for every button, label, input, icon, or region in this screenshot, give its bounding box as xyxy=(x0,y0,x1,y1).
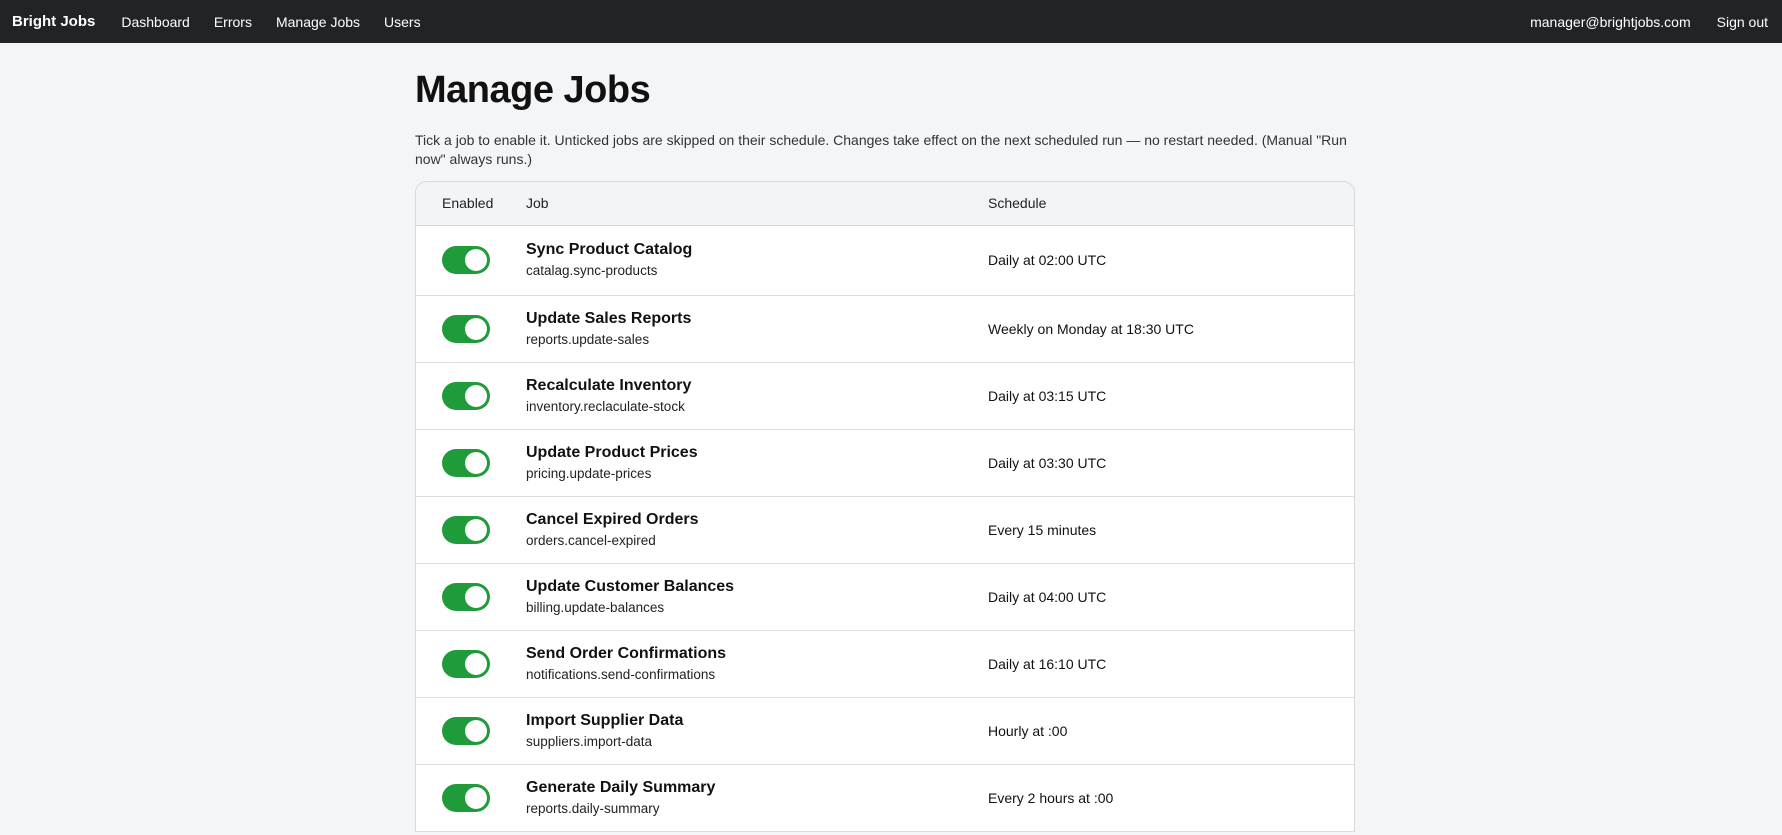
job-cell: Recalculate Inventory inventory.reclacul… xyxy=(526,376,988,416)
job-key: reports.daily-summary xyxy=(526,800,660,816)
toggle-knob xyxy=(465,719,487,742)
enabled-toggle[interactable] xyxy=(442,246,490,275)
table-row: Send Order Confirmations notifications.s… xyxy=(416,631,1354,698)
toggle-knob xyxy=(465,786,487,809)
job-cell: Update Sales Reports reports.update-sale… xyxy=(526,309,988,349)
job-name: Cancel Expired Orders xyxy=(526,510,699,528)
header-schedule: Schedule xyxy=(988,195,1047,212)
table-row: Update Product Prices pricing.update-pri… xyxy=(416,430,1354,497)
page-title: Manage Jobs xyxy=(415,69,651,111)
job-name: Update Sales Reports xyxy=(526,309,692,327)
job-cell: Send Order Confirmations notifications.s… xyxy=(526,644,988,684)
sign-out-link[interactable]: Sign out xyxy=(1717,14,1768,30)
job-key: pricing.update-prices xyxy=(526,465,652,481)
toggle-knob xyxy=(465,249,487,272)
job-cell: Update Product Prices pricing.update-pri… xyxy=(526,443,988,483)
job-schedule: Weekly on Monday at 18:30 UTC xyxy=(988,320,1194,337)
enabled-toggle[interactable] xyxy=(442,582,490,611)
header-job: Job xyxy=(526,195,549,212)
header-enabled: Enabled xyxy=(442,195,494,212)
job-cell: Update Customer Balances billing.update-… xyxy=(526,577,988,617)
job-name: Update Customer Balances xyxy=(526,577,735,595)
enabled-toggle[interactable] xyxy=(442,783,490,812)
toggle-knob xyxy=(465,652,487,675)
job-schedule: Every 2 hours at :00 xyxy=(988,789,1114,806)
jobs-table: Enabled Job Schedule Sync Product Catalo… xyxy=(415,180,1355,832)
job-key: reports.update-sales xyxy=(526,331,650,347)
job-name: Sync Product Catalog xyxy=(526,241,693,259)
toggle-knob xyxy=(465,451,487,474)
table-row: Recalculate Inventory inventory.reclacul… xyxy=(416,363,1354,430)
table-row: Import Supplier Data suppliers.import-da… xyxy=(416,698,1354,765)
nav-link-manage-jobs[interactable]: Manage Jobs xyxy=(276,14,360,30)
nav-link-dashboard[interactable]: Dashboard xyxy=(121,14,190,30)
enabled-toggle[interactable] xyxy=(442,515,490,544)
job-schedule: Daily at 04:00 UTC xyxy=(988,588,1107,605)
table-header: Enabled Job Schedule xyxy=(416,181,1354,226)
job-schedule: Hourly at :00 xyxy=(988,722,1068,739)
nav-link-users[interactable]: Users xyxy=(384,14,421,30)
user-email: manager@brightjobs.com xyxy=(1530,13,1691,30)
job-key: suppliers.import-data xyxy=(526,733,653,749)
table-row: Cancel Expired Orders orders.cancel-expi… xyxy=(416,497,1354,564)
job-schedule: Daily at 03:30 UTC xyxy=(988,454,1107,471)
toggle-knob xyxy=(465,384,487,407)
main-content: Manage Jobs Tick a job to enable it. Unt… xyxy=(415,43,1355,832)
enabled-toggle[interactable] xyxy=(442,716,490,745)
table-row: Update Customer Balances billing.update-… xyxy=(416,564,1354,631)
table-row: Generate Daily Summary reports.daily-sum… xyxy=(416,765,1354,832)
page-description: Tick a job to enable it. Unticked jobs a… xyxy=(415,131,1347,167)
toggle-knob xyxy=(465,518,487,541)
enabled-toggle[interactable] xyxy=(442,314,490,343)
job-schedule: Daily at 16:10 UTC xyxy=(988,655,1107,672)
top-navbar: Bright Jobs Dashboard Errors Manage Jobs… xyxy=(0,0,1782,43)
nav-link-errors[interactable]: Errors xyxy=(214,14,252,30)
toggle-knob xyxy=(465,317,487,340)
job-name: Import Supplier Data xyxy=(526,711,684,729)
job-name: Generate Daily Summary xyxy=(526,778,716,796)
table-row: Update Sales Reports reports.update-sale… xyxy=(416,296,1354,363)
job-name: Send Order Confirmations xyxy=(526,644,727,662)
enabled-toggle[interactable] xyxy=(442,448,490,477)
job-schedule: Every 15 minutes xyxy=(988,521,1097,538)
job-key: catalag.sync-products xyxy=(526,263,658,279)
brand-logo[interactable]: Bright Jobs xyxy=(12,13,95,30)
job-key: orders.cancel-expired xyxy=(526,532,656,548)
job-cell: Cancel Expired Orders orders.cancel-expi… xyxy=(526,510,988,550)
enabled-toggle[interactable] xyxy=(442,381,490,410)
job-name: Update Product Prices xyxy=(526,443,698,461)
job-name: Recalculate Inventory xyxy=(526,376,692,394)
job-key: notifications.send-confirmations xyxy=(526,666,716,682)
job-cell: Generate Daily Summary reports.daily-sum… xyxy=(526,778,988,818)
job-key: inventory.reclaculate-stock xyxy=(526,398,685,414)
enabled-toggle[interactable] xyxy=(442,649,490,678)
toggle-knob xyxy=(465,585,487,608)
job-cell: Import Supplier Data suppliers.import-da… xyxy=(526,711,988,751)
job-key: billing.update-balances xyxy=(526,599,665,615)
job-cell: Sync Product Catalog catalag.sync-produc… xyxy=(526,240,988,280)
job-schedule: Daily at 02:00 UTC xyxy=(988,252,1107,269)
table-body: Sync Product Catalog catalag.sync-produc… xyxy=(416,226,1354,832)
job-schedule: Daily at 03:15 UTC xyxy=(988,387,1107,404)
table-row: Sync Product Catalog catalag.sync-produc… xyxy=(416,226,1354,296)
